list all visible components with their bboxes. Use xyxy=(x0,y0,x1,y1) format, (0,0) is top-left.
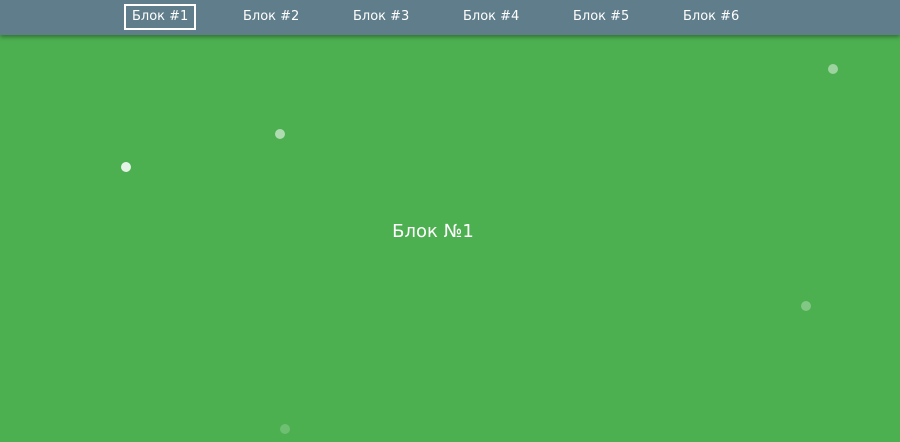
nav-item-block-1[interactable]: Блок #1 xyxy=(124,4,197,30)
decorative-dot xyxy=(275,129,285,139)
section-title: Блок №1 xyxy=(392,221,474,242)
decorative-dot xyxy=(828,64,838,74)
decorative-dot xyxy=(121,162,131,172)
nav-item-block-4[interactable]: Блок #4 xyxy=(455,4,527,30)
nav-item-block-5[interactable]: Блок #5 xyxy=(565,4,637,30)
top-navigation: Блок #1 Блок #2 Блок #3 Блок #4 Блок #5 … xyxy=(0,0,900,35)
nav-item-block-6[interactable]: Блок #6 xyxy=(675,4,747,30)
section-block-1: Блок №1 xyxy=(0,0,900,442)
nav-item-block-3[interactable]: Блок #3 xyxy=(345,4,417,30)
decorative-dot xyxy=(280,424,290,434)
decorative-dot xyxy=(801,301,811,311)
nav-item-block-2[interactable]: Блок #2 xyxy=(235,4,307,30)
